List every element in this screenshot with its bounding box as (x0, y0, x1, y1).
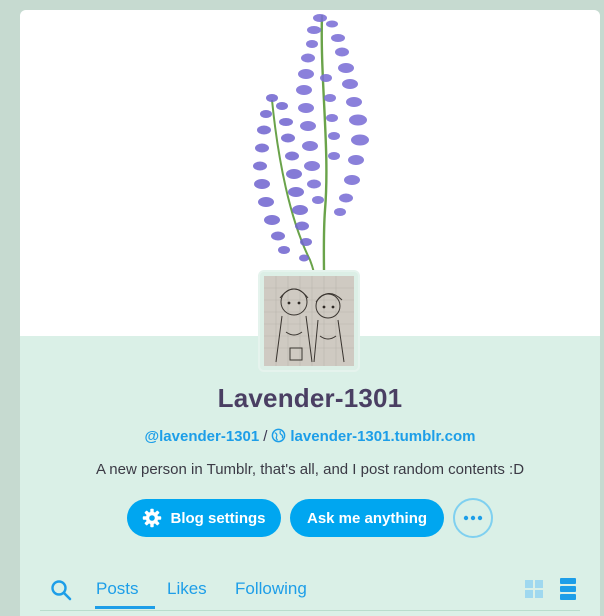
list-view-icon (560, 578, 576, 600)
tab-likes[interactable]: Likes (167, 579, 207, 599)
blog-avatar[interactable] (260, 272, 358, 370)
blog-url-link[interactable]: lavender-1301.tumblr.com (271, 428, 475, 445)
blog-tabs: Posts Likes Following (40, 570, 580, 611)
tab-posts[interactable]: Posts (96, 579, 139, 599)
blog-url-text: lavender-1301.tumblr.com (290, 428, 476, 445)
blog-description: A new person in Tumblr, that's all, and … (95, 461, 525, 478)
blog-handles: @lavender-1301/ lavender-1301.tumblr.com (20, 428, 600, 445)
blog-header-card: Lavender-1301 @lavender-1301/ lavender-13… (20, 10, 600, 616)
search-button[interactable] (50, 579, 72, 606)
blog-settings-button[interactable]: Blog settings (127, 499, 281, 537)
globe-icon (272, 428, 286, 443)
blog-handle-link[interactable]: @lavender-1301 (145, 428, 260, 445)
sketch-avatar-image (264, 276, 354, 366)
handle-separator: / (263, 428, 268, 445)
ask-me-anything-button[interactable]: Ask me anything (290, 499, 444, 537)
list-view-button[interactable] (558, 577, 578, 606)
ask-me-anything-label: Ask me anything (306, 509, 428, 527)
search-icon (51, 580, 72, 601)
more-options-button[interactable] (453, 498, 493, 538)
active-tab-indicator (95, 606, 155, 609)
grid-view-icon (525, 580, 543, 598)
grid-view-button[interactable] (524, 579, 544, 604)
ellipsis-icon (463, 515, 483, 521)
blog-actions: Blog settings Ask me anything (127, 498, 493, 538)
blog-settings-label: Blog settings (170, 509, 266, 527)
blog-title: Lavender-1301 (217, 383, 403, 413)
gear-icon (143, 508, 162, 528)
tab-following[interactable]: Following (235, 579, 307, 599)
